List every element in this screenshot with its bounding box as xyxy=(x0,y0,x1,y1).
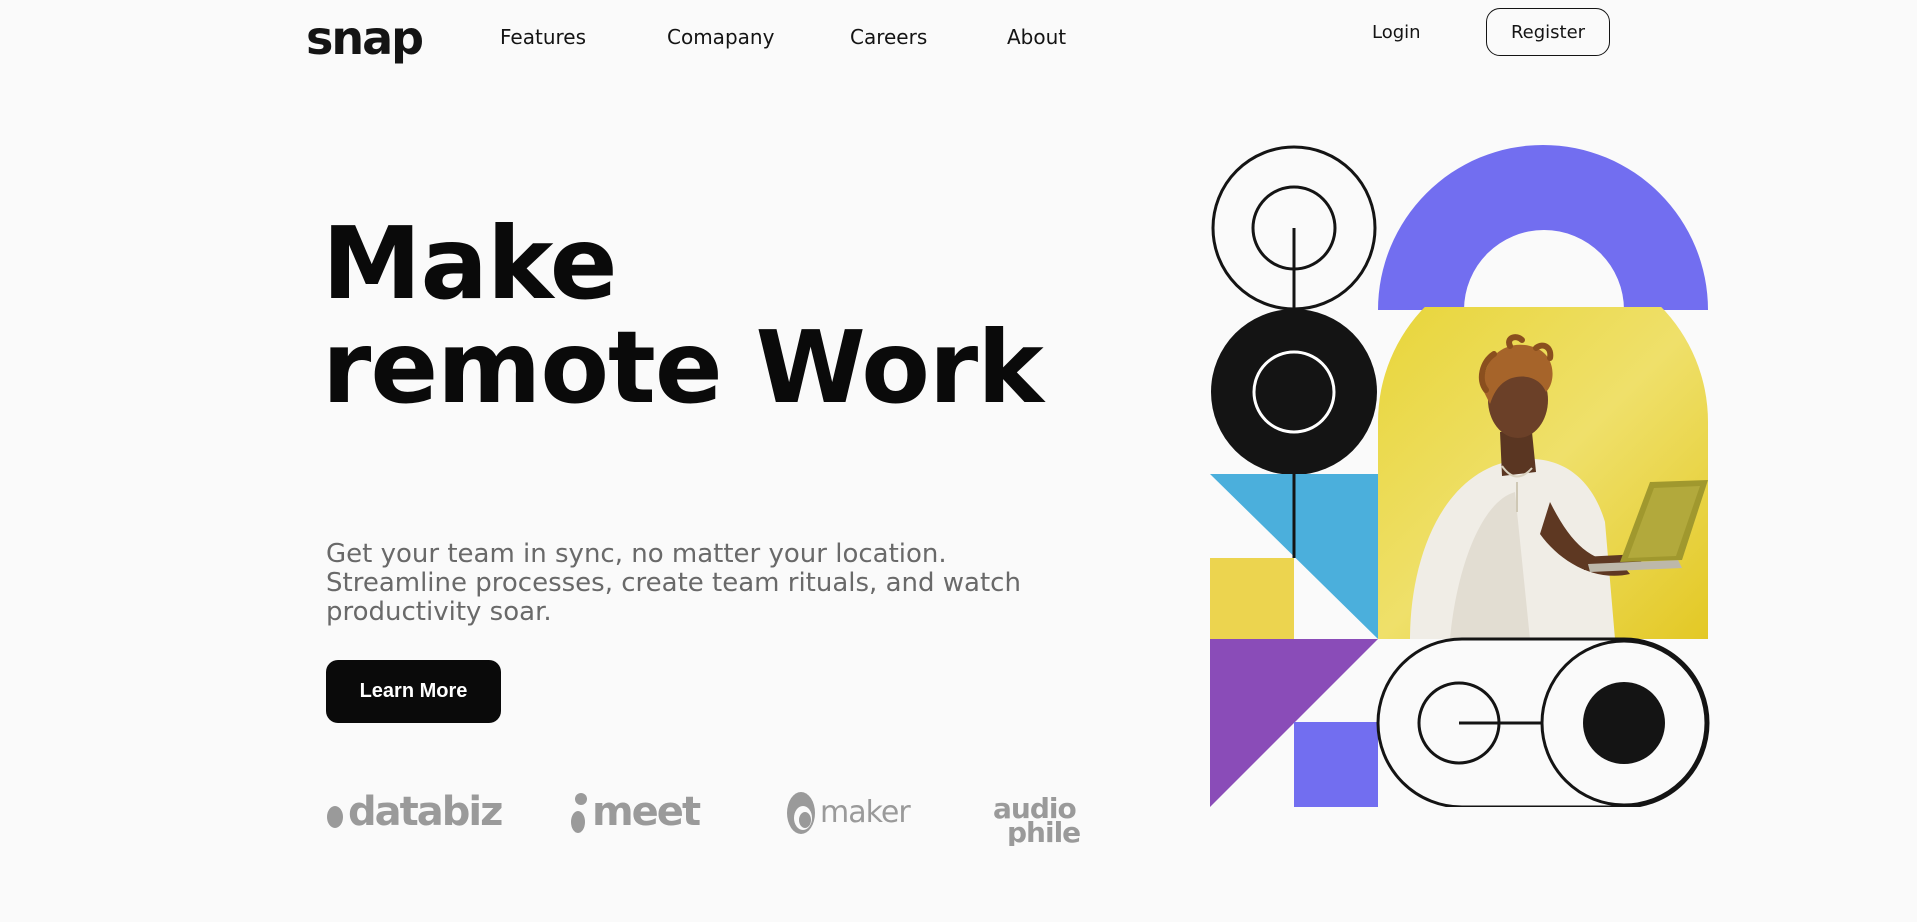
client-logo-meet: meet xyxy=(570,789,701,835)
client-name: maker xyxy=(820,795,911,830)
hero-subtitle: Get your team in sync, no matter your lo… xyxy=(326,539,1021,627)
nav-about[interactable]: About xyxy=(1007,22,1066,52)
yellow-square-shape xyxy=(1210,558,1294,639)
client-name: meet xyxy=(592,789,701,835)
nav-careers[interactable]: Careers xyxy=(850,22,927,52)
hero-title: Make remote Work xyxy=(322,205,1044,426)
purple-square-shape xyxy=(1294,722,1378,807)
databiz-mark-icon xyxy=(327,806,343,828)
learn-more-button[interactable]: Learn More xyxy=(326,660,501,723)
outline-ring-icon xyxy=(1211,145,1377,311)
toggle-pill-icon xyxy=(1376,637,1710,807)
hero-title-line-1: Make xyxy=(322,205,618,322)
client-logo-maker: maker xyxy=(786,790,911,836)
black-circle-icon xyxy=(1211,309,1377,475)
register-button[interactable]: Register xyxy=(1486,8,1610,56)
client-logo-databiz: databiz xyxy=(326,789,503,835)
meet-mark-icon xyxy=(571,793,587,833)
hero-title-line-2: remote Work xyxy=(322,309,1044,426)
maker-mark-icon xyxy=(787,792,815,834)
client-logo-audiophile: audio phile xyxy=(993,796,1087,846)
login-link[interactable]: Login xyxy=(1372,18,1421,48)
hero-illustration xyxy=(1210,145,1710,807)
client-name: databiz xyxy=(348,789,503,835)
svg-text:phile: phile xyxy=(1007,816,1080,846)
audiophile-wordmark-icon: audio phile xyxy=(993,796,1081,846)
purple-arch-shape xyxy=(1378,145,1708,310)
person-with-laptop-photo xyxy=(1378,307,1708,639)
snap-logo[interactable]: snap xyxy=(306,8,424,68)
landing-page: snap Features Comapany Careers About Log… xyxy=(0,0,1917,922)
nav-features[interactable]: Features xyxy=(500,22,586,52)
nav-company[interactable]: Comapany xyxy=(667,22,774,52)
